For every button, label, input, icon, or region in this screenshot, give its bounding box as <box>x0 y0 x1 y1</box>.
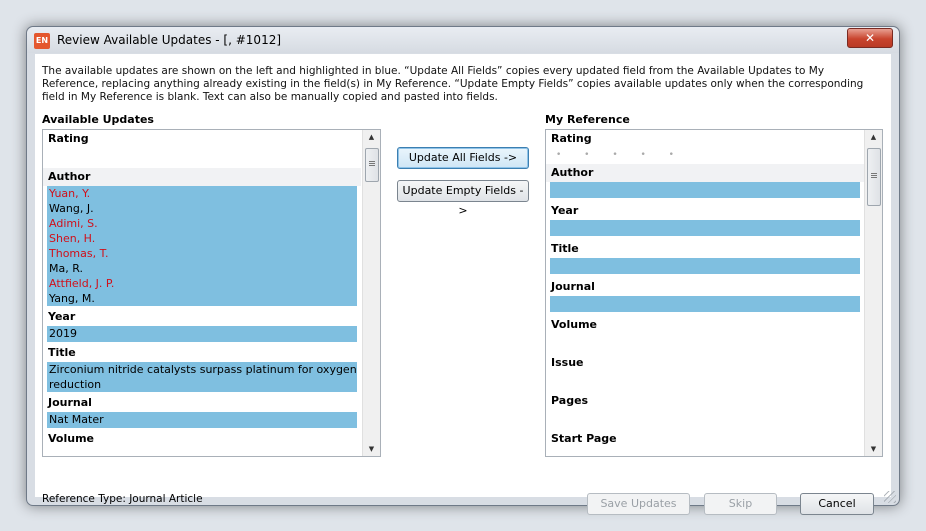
cancel-button[interactable]: Cancel <box>800 493 874 515</box>
journal-value: Nat Mater <box>49 413 104 426</box>
my-reference-label: My Reference <box>545 113 630 126</box>
author-line: Adimi, S. <box>49 217 98 230</box>
author-line: Attfield, J. P. <box>49 277 115 290</box>
author-field[interactable] <box>550 182 860 198</box>
field-label-issue: Issue <box>546 354 864 372</box>
journal-field[interactable] <box>550 296 860 312</box>
field-label-title: Title <box>546 240 864 258</box>
rating-dots[interactable]: • • • • • <box>556 148 864 164</box>
save-updates-button[interactable]: Save Updates <box>587 493 690 515</box>
field-label-year: Year <box>43 308 361 326</box>
field-label-start-page: Start Page <box>546 430 864 448</box>
instructions-text: The available updates are shown on the l… <box>42 65 864 103</box>
scroll-down-icon[interactable]: ▼ <box>363 442 380 456</box>
title-field[interactable]: Zirconium nitride catalysts surpass plat… <box>47 362 357 392</box>
pages-field[interactable] <box>546 410 864 430</box>
title-value: Zirconium nitride catalysts surpass plat… <box>49 363 357 391</box>
update-empty-fields-button[interactable]: Update Empty Fields -> <box>397 180 529 217</box>
field-label-rating: Rating <box>546 130 864 148</box>
field-label-title: Title <box>43 344 361 362</box>
title-bar[interactable]: EN Review Available Updates - [, #1012] … <box>27 27 899 53</box>
window-title: Review Available Updates - [, #1012] <box>57 33 282 47</box>
year-value: 2019 <box>49 327 77 340</box>
author-field[interactable]: Yuan, Y. Wang, J. Adimi, S. Shen, H. Tho… <box>47 186 357 306</box>
author-line: Wang, J. <box>49 202 94 215</box>
title-field[interactable] <box>550 258 860 274</box>
my-reference-fields: Rating • • • • • Author Year Title Journ… <box>546 130 864 456</box>
field-label-journal: Journal <box>43 394 361 412</box>
field-label-pages: Pages <box>546 392 864 410</box>
author-line: Yang, M. <box>49 292 95 305</box>
author-line: Ma, R. <box>49 262 83 275</box>
issue-field[interactable] <box>546 372 864 392</box>
field-label-rating: Rating <box>43 130 361 148</box>
field-label-volume: Volume <box>43 430 361 448</box>
field-label-author: Author <box>43 168 361 186</box>
close-icon: ✕ <box>864 31 876 45</box>
scroll-up-icon[interactable]: ▲ <box>363 130 380 144</box>
scroll-up-icon[interactable]: ▲ <box>865 130 882 144</box>
reference-type-text: Reference Type: Journal Article <box>42 493 203 505</box>
volume-field[interactable] <box>546 334 864 354</box>
resize-grip-icon[interactable] <box>884 491 896 503</box>
skip-button[interactable]: Skip <box>704 493 777 515</box>
review-updates-dialog: EN Review Available Updates - [, #1012] … <box>26 26 900 515</box>
available-updates-fields: Rating Author Yuan, Y. Wang, J. Adimi, S… <box>43 130 361 456</box>
journal-field[interactable]: Nat Mater <box>47 412 357 428</box>
endnote-app-icon: EN <box>34 33 50 49</box>
author-line: Shen, H. <box>49 232 96 245</box>
year-field[interactable] <box>550 220 860 236</box>
author-line: Thomas, T. <box>49 247 109 260</box>
available-updates-panel[interactable]: Rating Author Yuan, Y. Wang, J. Adimi, S… <box>42 129 381 457</box>
dialog-client-area: The available updates are shown on the l… <box>35 54 891 515</box>
scroll-thumb[interactable] <box>365 148 379 182</box>
year-field[interactable]: 2019 <box>47 326 357 342</box>
field-label-journal: Journal <box>546 278 864 296</box>
reference-scrollbar[interactable]: ▲ ▼ <box>864 130 882 456</box>
available-updates-label: Available Updates <box>42 113 154 126</box>
available-scrollbar[interactable]: ▲ ▼ <box>362 130 380 456</box>
scroll-thumb[interactable] <box>867 148 881 206</box>
author-line: Yuan, Y. <box>49 187 91 200</box>
rating-field[interactable] <box>43 148 361 168</box>
field-label-year: Year <box>546 202 864 220</box>
update-all-fields-button[interactable]: Update All Fields -> <box>397 147 529 169</box>
close-button[interactable]: ✕ <box>847 28 893 48</box>
field-label-author: Author <box>546 164 864 182</box>
my-reference-panel[interactable]: Rating • • • • • Author Year Title Journ… <box>545 129 883 457</box>
field-label-volume: Volume <box>546 316 864 334</box>
scroll-down-icon[interactable]: ▼ <box>865 442 882 456</box>
